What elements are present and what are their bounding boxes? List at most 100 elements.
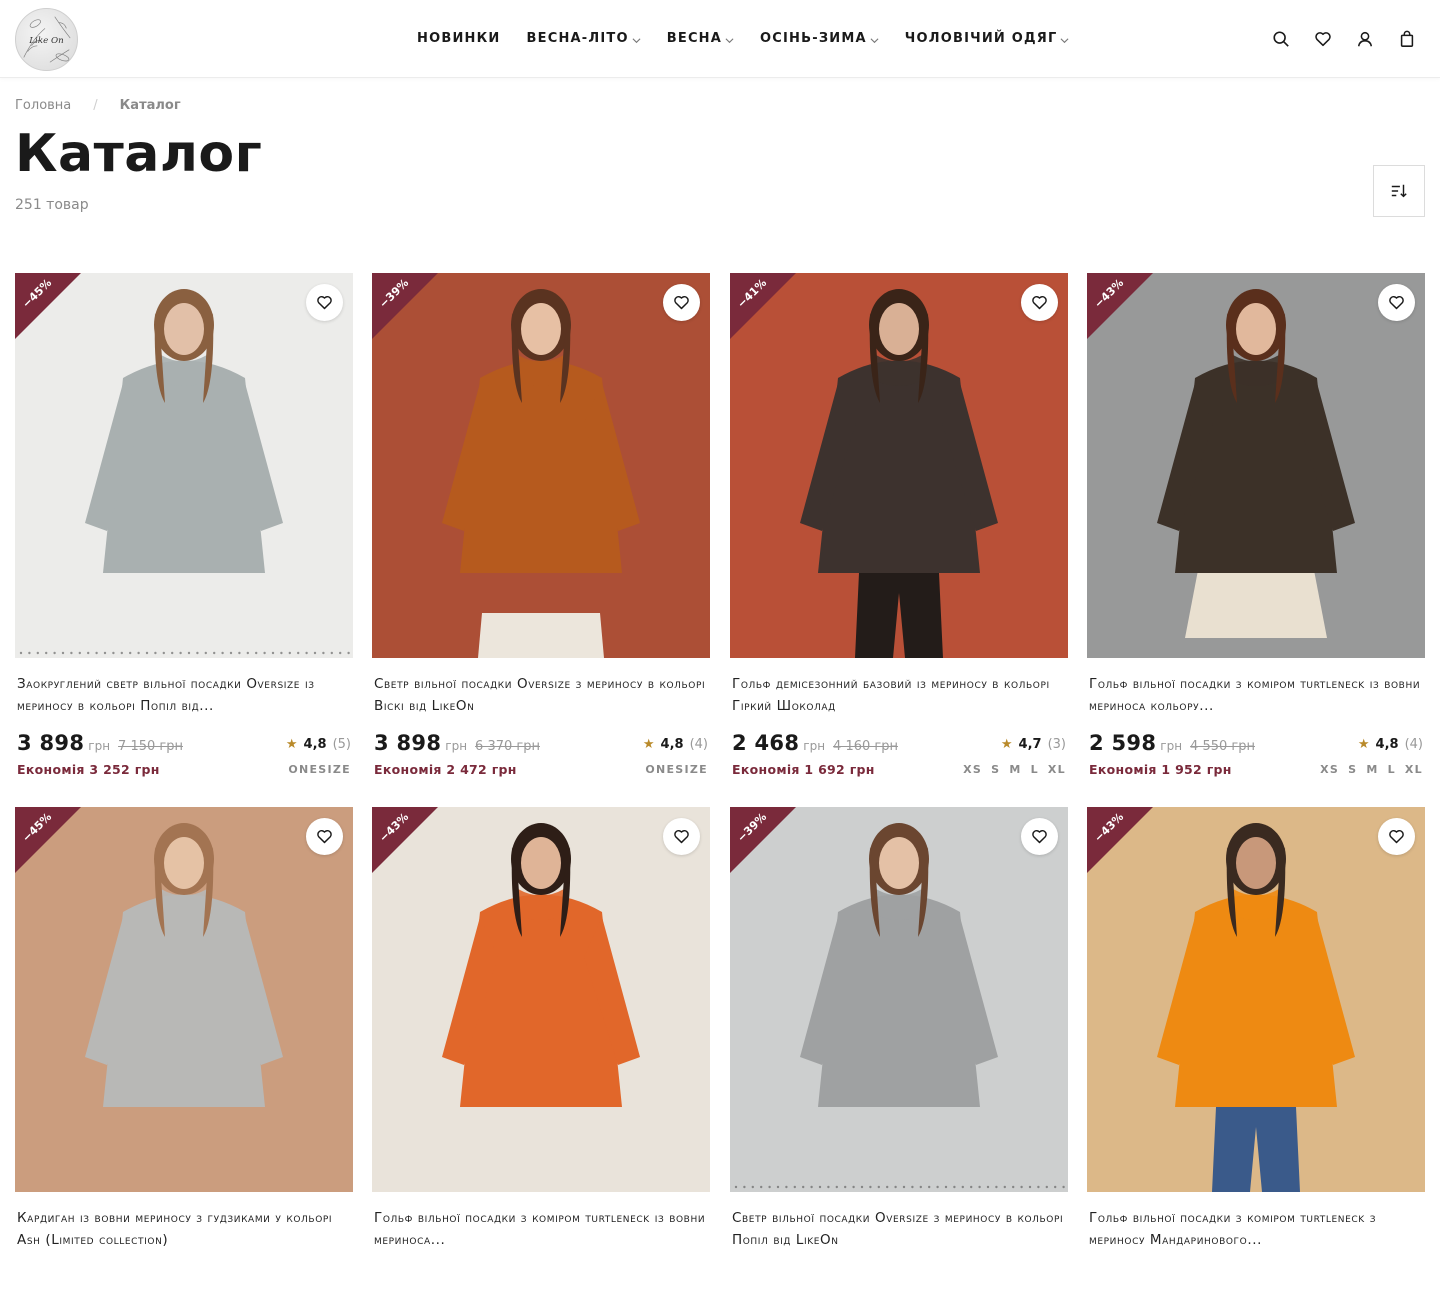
product-card[interactable]: −43% Гольф вільної посадки з коміром tur…: [1087, 273, 1425, 779]
product-card[interactable]: −39% Светр вільної посадки Oversize з ме…: [372, 273, 710, 779]
chevron-down-icon: [725, 34, 734, 43]
review-count: (3): [1047, 737, 1066, 752]
page-title: Каталог: [15, 124, 263, 184]
product-image[interactable]: −45%: [15, 273, 353, 658]
product-price: 2 598: [1089, 731, 1157, 755]
heart-icon: [1389, 830, 1404, 844]
wishlist-button[interactable]: [663, 284, 700, 321]
price-currency: грн: [1160, 739, 1183, 753]
size-option[interactable]: XL: [1405, 763, 1423, 776]
product-card[interactable]: −43% Гольф вільної посадки з коміром tur…: [1087, 807, 1425, 1313]
rating-value: 4,7: [1018, 737, 1042, 752]
price-row: [372, 1265, 710, 1291]
product-rating: ★ 4,8 (5): [286, 737, 351, 752]
saving-amount: Економія 3 252 грн: [17, 761, 160, 777]
nav-item-spring-summer[interactable]: ВЕСНА-ЛІТО: [527, 28, 641, 48]
wishlist-button[interactable]: [306, 284, 343, 321]
product-card[interactable]: −45% Заокруглений светр вільної посадки …: [15, 273, 353, 779]
product-image[interactable]: −43%: [1087, 273, 1425, 658]
size-option[interactable]: M: [1366, 763, 1378, 776]
size-option[interactable]: XS: [963, 763, 982, 776]
product-image[interactable]: −43%: [372, 807, 710, 1192]
heart-icon: [317, 830, 332, 844]
size-option[interactable]: S: [991, 763, 1000, 776]
size-list: XS S M L XL: [1320, 763, 1423, 776]
product-title[interactable]: Гольф вільної посадки з коміром turtlene…: [372, 1207, 710, 1251]
price-row: [1087, 1265, 1425, 1291]
product-title[interactable]: Светр вільної посадки Oversize з меринос…: [730, 1207, 1068, 1251]
heart-icon[interactable]: [1314, 28, 1332, 50]
product-card[interactable]: −41% Гольф демісезонний базовий із мерин…: [730, 273, 1068, 779]
wishlist-button[interactable]: [1378, 818, 1415, 855]
heart-icon: [1032, 296, 1047, 310]
review-count: (4): [689, 737, 708, 752]
sort-icon: [1391, 184, 1407, 198]
product-title[interactable]: Светр вільної посадки Oversize з меринос…: [372, 673, 710, 717]
chevron-down-icon: [870, 34, 879, 43]
size-option[interactable]: L: [1031, 763, 1039, 776]
price-row: 3 898 грн 7 150 грн ★ 4,8 (5): [15, 731, 353, 757]
size-list: ONESIZE: [645, 763, 708, 776]
product-title[interactable]: Гольф вільної посадки з коміром turtlene…: [1087, 1207, 1425, 1251]
wishlist-button[interactable]: [1021, 818, 1058, 855]
product-card[interactable]: −45% Кардиган із вовни мериносу з гудзик…: [15, 807, 353, 1313]
nav-item-menswear[interactable]: ЧОЛОВІЧИЙ ОДЯГ: [905, 28, 1070, 48]
size-option[interactable]: M: [1009, 763, 1021, 776]
price-row: 3 898 грн 6 370 грн ★ 4,8 (4): [372, 731, 710, 757]
saving-row: [730, 1293, 1068, 1313]
product-image[interactable]: −41%: [730, 273, 1068, 658]
star-icon: ★: [1000, 737, 1013, 752]
size-option[interactable]: XL: [1048, 763, 1066, 776]
product-price: 3 898: [17, 731, 85, 755]
product-card[interactable]: −39% Светр вільної посадки Oversize з ме…: [730, 807, 1068, 1313]
wishlist-button[interactable]: [663, 818, 700, 855]
product-image[interactable]: −39%: [730, 807, 1068, 1192]
site-header: Like On НОВИНКИ ВЕСНА-ЛІТО ВЕСНА ОСІНЬ-З…: [0, 0, 1440, 78]
size-option[interactable]: XS: [1320, 763, 1339, 776]
product-count: 251 товар: [15, 197, 89, 213]
price-currency: грн: [445, 739, 468, 753]
wishlist-button[interactable]: [306, 818, 343, 855]
price-currency: грн: [88, 739, 111, 753]
heart-icon: [674, 830, 689, 844]
product-image[interactable]: −43%: [1087, 807, 1425, 1192]
search-icon[interactable]: [1272, 28, 1290, 50]
size-option[interactable]: S: [1348, 763, 1357, 776]
product-image[interactable]: −39%: [372, 273, 710, 658]
wishlist-button[interactable]: [1378, 284, 1415, 321]
nav-item-new[interactable]: НОВИНКИ: [417, 28, 501, 48]
wishlist-button[interactable]: [1021, 284, 1058, 321]
star-icon: ★: [285, 737, 298, 752]
heart-icon: [1032, 830, 1047, 844]
product-title[interactable]: Гольф вільної посадки з коміром turtlene…: [1087, 673, 1425, 717]
product-image[interactable]: −45%: [15, 807, 353, 1192]
saving-row: Економія 2 472 грн ONESIZE: [372, 759, 710, 779]
rating-value: 4,8: [1375, 737, 1399, 752]
size-option[interactable]: ONESIZE: [645, 763, 708, 776]
saving-amount: Економія 2 472 грн: [374, 761, 517, 777]
user-icon[interactable]: [1356, 28, 1374, 50]
discount-badge: −43%: [372, 807, 438, 873]
saving-amount: Економія 1 692 грн: [732, 761, 875, 777]
discount-badge: −41%: [730, 273, 796, 339]
saving-row: [1087, 1293, 1425, 1313]
sort-button[interactable]: [1373, 165, 1425, 217]
product-title[interactable]: Заокруглений светр вільної посадки Overs…: [15, 673, 353, 717]
saving-row: [372, 1293, 710, 1313]
site-logo[interactable]: Like On: [15, 8, 78, 71]
breadcrumb-home[interactable]: Головна: [15, 98, 71, 113]
product-price: 3 898: [374, 731, 442, 755]
chevron-down-icon: [632, 34, 641, 43]
main-nav: НОВИНКИ ВЕСНА-ЛІТО ВЕСНА ОСІНЬ-ЗИМА ЧОЛО…: [417, 28, 1095, 48]
nav-item-spring[interactable]: ВЕСНА: [667, 28, 734, 48]
discount-badge: −45%: [15, 273, 81, 339]
size-option[interactable]: L: [1388, 763, 1396, 776]
product-title[interactable]: Гольф демісезонний базовий із мериносу в…: [730, 673, 1068, 717]
review-count: (5): [332, 737, 351, 752]
bag-icon[interactable]: [1398, 28, 1416, 50]
size-option[interactable]: ONESIZE: [288, 763, 351, 776]
product-card[interactable]: −43% Гольф вільної посадки з коміром tur…: [372, 807, 710, 1313]
nav-item-autumn-winter[interactable]: ОСІНЬ-ЗИМА: [760, 28, 879, 48]
size-list: XS S M L XL: [963, 763, 1066, 776]
product-title[interactable]: Кардиган із вовни мериносу з гудзиками у…: [15, 1207, 353, 1251]
